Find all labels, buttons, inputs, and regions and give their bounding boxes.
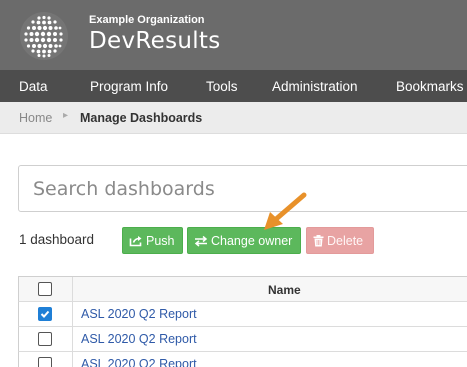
push-button[interactable]: Push bbox=[122, 227, 183, 254]
row-select-cell bbox=[19, 302, 73, 326]
table-row: ASL 2020 Q2 Report bbox=[18, 327, 467, 352]
breadcrumb: Home ▸ Manage Dashboards bbox=[0, 102, 467, 134]
nav-item-bookmarks[interactable]: Bookmarks bbox=[396, 79, 464, 94]
dashboard-name-link[interactable]: ASL 2020 Q2 Report bbox=[81, 307, 197, 321]
dashboard-name-link[interactable]: ASL 2020 Q2 Report bbox=[81, 332, 197, 346]
globe-logo-icon[interactable] bbox=[19, 11, 69, 61]
breadcrumb-separator-icon: ▸ bbox=[63, 110, 69, 121]
row-select-cell bbox=[19, 327, 73, 351]
table-header-row: Name bbox=[18, 277, 467, 302]
app-header: Example Organization DevResults bbox=[0, 0, 467, 70]
dashboard-name-link[interactable]: ASL 2020 Q2 Report bbox=[81, 357, 197, 367]
row-checkbox[interactable] bbox=[38, 307, 52, 321]
table-row: ASL 2020 Q2 Report bbox=[18, 352, 467, 367]
breadcrumb-current: Manage Dashboards bbox=[80, 111, 203, 125]
row-checkbox[interactable] bbox=[38, 332, 52, 346]
search-box bbox=[18, 165, 467, 212]
push-button-label: Push bbox=[146, 233, 175, 248]
nav-item-tools[interactable]: Tools bbox=[206, 79, 238, 94]
app-name[interactable]: DevResults bbox=[89, 28, 221, 54]
nav-item-data[interactable]: Data bbox=[19, 79, 48, 94]
search-input[interactable] bbox=[19, 166, 467, 211]
change-owner-button-label: Change owner bbox=[211, 233, 293, 248]
row-checkbox[interactable] bbox=[38, 357, 52, 367]
nav-item-program-info[interactable]: Program Info bbox=[90, 79, 168, 94]
row-select-cell bbox=[19, 352, 73, 367]
annotation-arrow-icon bbox=[264, 192, 307, 230]
column-header-name[interactable]: Name bbox=[268, 283, 301, 297]
delete-button[interactable]: Delete bbox=[306, 227, 374, 254]
swap-arrows-icon bbox=[194, 235, 208, 247]
organization-name: Example Organization bbox=[89, 14, 205, 26]
main-nav: Data Program Info Tools Administration B… bbox=[0, 70, 467, 102]
dashboards-table: Name ASL 2020 Q2 Report ASL 2020 Q2 Repo… bbox=[18, 276, 467, 367]
checkmark-icon bbox=[40, 310, 50, 318]
dashboard-count: 1 dashboard bbox=[19, 232, 95, 247]
trash-icon bbox=[313, 234, 324, 246]
delete-button-label: Delete bbox=[327, 233, 364, 248]
breadcrumb-home-link[interactable]: Home bbox=[19, 111, 52, 125]
share-icon bbox=[129, 235, 142, 246]
select-all-cell bbox=[19, 277, 73, 301]
table-row: ASL 2020 Q2 Report bbox=[18, 302, 467, 327]
select-all-checkbox[interactable] bbox=[38, 282, 52, 296]
nav-item-administration[interactable]: Administration bbox=[272, 79, 358, 94]
